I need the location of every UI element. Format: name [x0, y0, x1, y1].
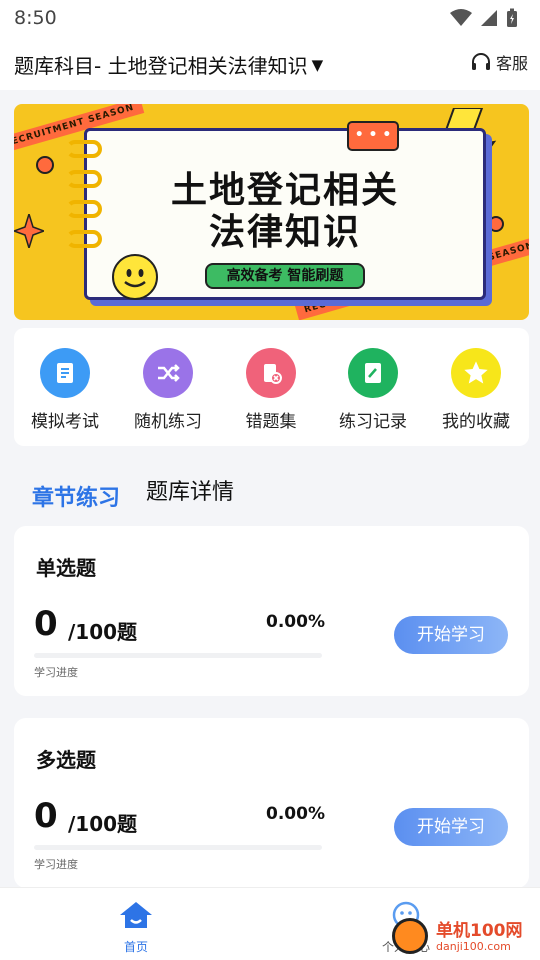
- question-type-card: 多选题 0 /100题 0.00% 学习进度 开始学习: [14, 718, 529, 888]
- shortcut-practice-record[interactable]: 练习记录: [323, 348, 423, 432]
- notebook-ring: [66, 140, 102, 158]
- site-watermark: 单机100网 danji100.com: [392, 912, 540, 960]
- promo-banner[interactable]: RECRUITMENT SEASON RECRUITMENT SEASON RE…: [14, 104, 529, 320]
- progress-bar: [34, 653, 322, 658]
- shortcut-wrong-set[interactable]: 错题集: [221, 348, 321, 432]
- system-icons: [450, 8, 518, 28]
- nav-home-label: 首页: [123, 940, 148, 954]
- completed-count: 0: [34, 604, 58, 644]
- customer-service-label: 客服: [495, 54, 528, 73]
- total-questions: /100题: [68, 812, 138, 836]
- banner-title-line2: 法律知识: [208, 212, 361, 253]
- customer-service-button[interactable]: 客服: [470, 50, 528, 74]
- record-icon: [348, 348, 398, 398]
- shortcut-label: 练习记录: [339, 412, 407, 432]
- shortcut-my-favorites[interactable]: 我的收藏: [426, 348, 526, 432]
- shortcut-random-practice[interactable]: 随机练习: [118, 348, 218, 432]
- headset-icon: [471, 53, 490, 70]
- start-study-button[interactable]: 开始学习: [394, 616, 508, 654]
- nav-home[interactable]: 首页: [96, 900, 176, 955]
- banner-dot-left: [36, 156, 54, 174]
- star-icon: [451, 348, 501, 398]
- start-study-button[interactable]: 开始学习: [394, 808, 508, 846]
- shortcut-grid: 模拟考试 随机练习 错题集 练习记录 我的收藏: [14, 328, 529, 446]
- shortcut-label: 模拟考试: [31, 412, 99, 432]
- shortcut-mock-exam[interactable]: 模拟考试: [15, 348, 115, 432]
- status-bar: 8:50: [0, 0, 540, 36]
- subject-label: 题库科目- 土地登记相关法律知识: [14, 54, 308, 78]
- shortcut-label: 错题集: [245, 412, 297, 432]
- notebook-ring: [66, 230, 102, 248]
- chat-bubble-icon: • • •: [347, 121, 399, 151]
- sparkle-icon: [14, 214, 44, 248]
- banner-dot-right: [488, 216, 504, 232]
- smiley-face-icon: [112, 254, 158, 300]
- subject-selector[interactable]: 题库科目- 土地登记相关法律知识 ▼: [14, 50, 323, 79]
- shortcut-label: 我的收藏: [442, 412, 510, 432]
- app-header: 题库科目- 土地登记相关法律知识 ▼ 客服: [0, 36, 540, 90]
- status-time: 8:50: [14, 7, 57, 29]
- wrong-set-icon: [246, 348, 296, 398]
- wifi-icon: [450, 9, 472, 26]
- shortcut-label: 随机练习: [134, 412, 202, 432]
- progress-bar: [34, 845, 322, 850]
- watermark-logo-icon: [392, 918, 428, 954]
- notebook-ring: [66, 170, 102, 188]
- total-questions: /100题: [68, 620, 138, 644]
- card-title: 单选题: [36, 556, 96, 580]
- tab-chapter-practice[interactable]: 章节练习: [32, 480, 120, 512]
- progress-label: 学习进度: [34, 858, 78, 871]
- banner-tagline: 高效备考 智能刷题: [205, 263, 365, 289]
- watermark-site-name: 单机100网: [436, 921, 523, 941]
- completed-count: 0: [34, 796, 58, 836]
- progress-label: 学习进度: [34, 666, 78, 679]
- progress-percent: 0.00%: [266, 612, 325, 632]
- question-type-card: 单选题 0 /100题 0.00% 学习进度 开始学习: [14, 526, 529, 696]
- tab-bank-details[interactable]: 题库详情: [146, 474, 234, 506]
- shuffle-icon: [143, 348, 193, 398]
- practice-tabs: 章节练习 题库详情: [0, 468, 540, 518]
- battery-icon: [507, 8, 517, 27]
- notebook-ring: [66, 200, 102, 218]
- card-title: 多选题: [36, 748, 96, 772]
- cell-signal-icon: [481, 10, 497, 26]
- dropdown-arrow-icon: ▼: [311, 55, 324, 74]
- watermark-site-url: danji100.com: [436, 940, 511, 953]
- progress-percent: 0.00%: [266, 804, 325, 824]
- home-icon: [120, 902, 152, 928]
- exam-doc-icon: [40, 348, 90, 398]
